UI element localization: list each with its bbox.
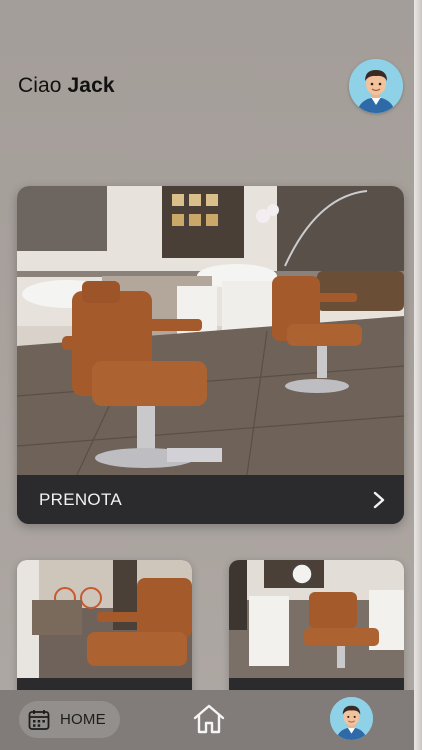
profile-avatar[interactable] — [349, 59, 403, 113]
chevron-right-icon — [373, 491, 385, 508]
home-label: HOME — [60, 711, 106, 728]
greeting-word: Ciao — [18, 74, 62, 97]
user-avatar-icon — [330, 697, 373, 740]
barber-chair-photo — [17, 560, 192, 678]
barber-shop-photo — [17, 186, 404, 475]
book-label: PRENOTA — [39, 489, 123, 509]
secondary-card-1[interactable] — [17, 560, 192, 700]
app-screen: Ciao Jack PRENOTA HOME — [0, 0, 414, 750]
book-card[interactable]: PRENOTA — [17, 186, 404, 524]
screen-edge — [414, 0, 422, 750]
secondary-card-2[interactable] — [229, 560, 404, 700]
greeting-text: Ciao Jack — [18, 74, 115, 98]
home-tab[interactable]: HOME — [19, 701, 120, 738]
barber-shop-photo — [229, 560, 404, 678]
profile-tab-avatar[interactable] — [330, 697, 373, 740]
calendar-icon — [28, 709, 50, 730]
user-name: Jack — [67, 74, 115, 97]
book-bar[interactable]: PRENOTA — [17, 475, 404, 524]
house-icon[interactable] — [192, 703, 226, 735]
bottom-navigation: HOME — [0, 690, 414, 750]
user-avatar-icon — [349, 59, 403, 113]
